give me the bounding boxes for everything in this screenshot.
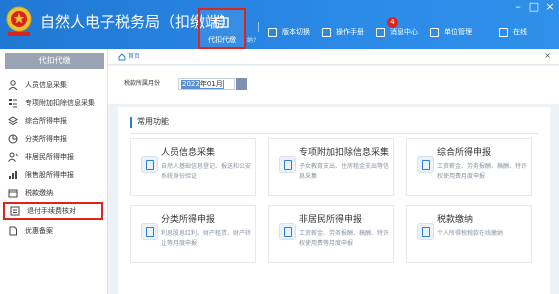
section-accent-bar: [130, 117, 132, 128]
card-desc: 自然人基础信息登记、报送和公安系统身份验证: [161, 163, 252, 180]
maximize-button[interactable]: □: [527, 1, 541, 13]
pie-icon: [8, 134, 18, 144]
card-tax-payment[interactable]: 税款缴纳 个人所得税税款在线缴纳: [406, 205, 532, 263]
card-title: 分类所得申报: [161, 215, 216, 225]
online-service-label: 在线: [513, 28, 527, 36]
sidebar-item-restricted-shares[interactable]: 限售股所得申报: [0, 166, 108, 184]
sidebar-item-label: 优惠备案: [25, 227, 53, 235]
card-special-deduction[interactable]: 专项附加扣除信息采集 子女教育支出、住房租金支出等信息采集: [268, 138, 394, 196]
special-deduction-icon: [279, 156, 296, 173]
withholding-tool-label: 代扣代缴: [208, 36, 236, 44]
toolbar-divider: [258, 22, 259, 32]
message-count-badge: 4: [387, 17, 398, 28]
close-tab-icon[interactable]: ×: [544, 51, 551, 61]
sidebar-header[interactable]: 代扣代缴: [5, 53, 104, 69]
withholding-tool-button[interactable]: 代扣代缴: [198, 8, 246, 49]
common-functions-panel: 常用功能 人员信息采集 自然人基础信息登记、报送和公安系统身份验证 专项附加扣除…: [118, 107, 550, 294]
minimize-button[interactable]: –: [511, 1, 525, 13]
list-icon: [9, 99, 17, 108]
card-title: 综合所得申报: [437, 148, 492, 158]
card-personnel-info[interactable]: 人员信息采集 自然人基础信息登记、报送和公安系统身份验证: [130, 138, 256, 196]
period-year: 2022: [182, 80, 200, 88]
home-icon[interactable]: [118, 53, 126, 61]
wallet-icon: [8, 189, 18, 198]
partial-tool-label[interactable]: 纳?: [247, 35, 256, 44]
online-service-icon: [499, 27, 508, 37]
card-desc: 个人所得税税款在线缴纳: [437, 230, 504, 237]
tax-payment-icon: [417, 223, 434, 240]
title-bar: 自然人电子税务局（扣缴端） – □ × 代扣代缴 纳? 版本切换 操作手册 消息…: [0, 0, 559, 49]
person-icon: [8, 80, 18, 90]
bar-chart-icon: [9, 171, 17, 179]
sidebar-item-classified-income[interactable]: 分类所得申报: [0, 130, 108, 148]
org-management-button[interactable]: 单位管理: [430, 25, 472, 39]
withholding-icon: [215, 16, 229, 28]
section-title: 常用功能: [137, 117, 169, 126]
online-service-button[interactable]: 在线: [499, 25, 527, 39]
card-desc: 工资薪金、劳务报酬、稿酬、特许权使用费等月度申报: [299, 230, 390, 247]
sidebar-item-fee-refund-check[interactable]: 退付手续费核对: [3, 202, 103, 220]
sidebar-item-comprehensive-income[interactable]: 综合所得申报: [0, 112, 108, 130]
card-desc: 利息股息红利、财产租赁、财产转让等月度申报: [161, 230, 252, 247]
tax-emblem-logo: [6, 6, 32, 36]
classified-income-icon: [141, 223, 158, 240]
person-alt-icon: [8, 152, 18, 162]
calendar-dropdown-icon[interactable]: [236, 78, 247, 90]
card-comprehensive-income[interactable]: 综合所得申报 工资薪金、劳务报酬、稿酬、特许权使用费月度申报: [406, 138, 532, 196]
period-value: 2022年01月: [181, 80, 224, 89]
sidebar-item-label: 税款缴纳: [25, 189, 53, 197]
sidebar-item-personnel-info[interactable]: 人员信息采集: [0, 76, 108, 94]
layers-icon: [8, 116, 18, 126]
comprehensive-income-icon: [417, 156, 434, 173]
card-title: 税款缴纳: [437, 215, 474, 225]
sidebar-item-label: 人员信息采集: [25, 81, 67, 89]
card-title: 专项附加扣除信息采集: [299, 148, 390, 158]
period-month: 年01月: [199, 80, 223, 88]
personnel-info-icon: [141, 156, 158, 173]
sidebar-item-label: 非居民所得申报: [25, 153, 74, 161]
card-nonresident-income[interactable]: 非居民所得申报 工资薪金、劳务报酬、稿酬、特许权使用费等月度申报: [268, 205, 394, 263]
period-label: 税款所属月份: [124, 80, 161, 87]
sidebar-item-nonresident-income[interactable]: 非居民所得申报: [0, 148, 108, 166]
message-center-label: 消息中心: [390, 28, 418, 36]
manual-icon: [322, 27, 331, 37]
sidebar-item-special-deduction[interactable]: 专项附加扣除信息采集: [0, 94, 108, 112]
sidebar: 代扣代缴 人员信息采集 专项附加扣除信息采集 综合所得申报 分类所得申报 非居民…: [0, 49, 108, 294]
card-classified-income[interactable]: 分类所得申报 利息股息红利、财产租赁、财产转让等月度申报: [130, 205, 256, 263]
breadcrumb: 首页 ×: [108, 49, 559, 65]
org-management-label: 单位管理: [444, 28, 472, 36]
version-switch-label: 版本切换: [282, 28, 310, 36]
card-title: 非居民所得申报: [299, 215, 363, 225]
switch-icon: [268, 27, 277, 37]
file-icon: [9, 226, 17, 236]
sidebar-item-label: 专项附加扣除信息采集: [25, 99, 95, 107]
sidebar-item-preferential-filing[interactable]: 优惠备案: [0, 222, 108, 240]
sidebar-item-label: 限售股所得申报: [25, 171, 74, 179]
sidebar-item-label: 退付手续费核对: [27, 207, 76, 215]
home-tab[interactable]: 首页: [128, 53, 140, 61]
period-filter: 税款所属月份 2022年01月: [108, 66, 559, 104]
manual-button[interactable]: 操作手册: [322, 25, 364, 39]
message-icon: [376, 27, 385, 37]
period-input[interactable]: 2022年01月: [178, 78, 235, 90]
card-desc: 子女教育支出、住房租金支出等信息采集: [299, 163, 390, 180]
version-switch-button[interactable]: 版本切换: [268, 25, 310, 39]
card-desc: 工资薪金、劳务报酬、稿酬、特许权使用费月度申报: [437, 163, 528, 180]
card-title: 人员信息采集: [161, 148, 216, 158]
doc-check-icon: [10, 206, 20, 216]
org-icon: [430, 27, 439, 37]
message-center-button[interactable]: 消息中心: [376, 25, 418, 39]
nonresident-income-icon: [279, 223, 296, 240]
manual-label: 操作手册: [336, 28, 364, 36]
sidebar-item-tax-payment[interactable]: 税款缴纳: [0, 184, 108, 202]
sidebar-item-label: 综合所得申报: [25, 117, 67, 125]
close-window-button[interactable]: ×: [543, 1, 557, 13]
section-divider: [130, 133, 538, 134]
sidebar-item-label: 分类所得申报: [25, 135, 67, 143]
